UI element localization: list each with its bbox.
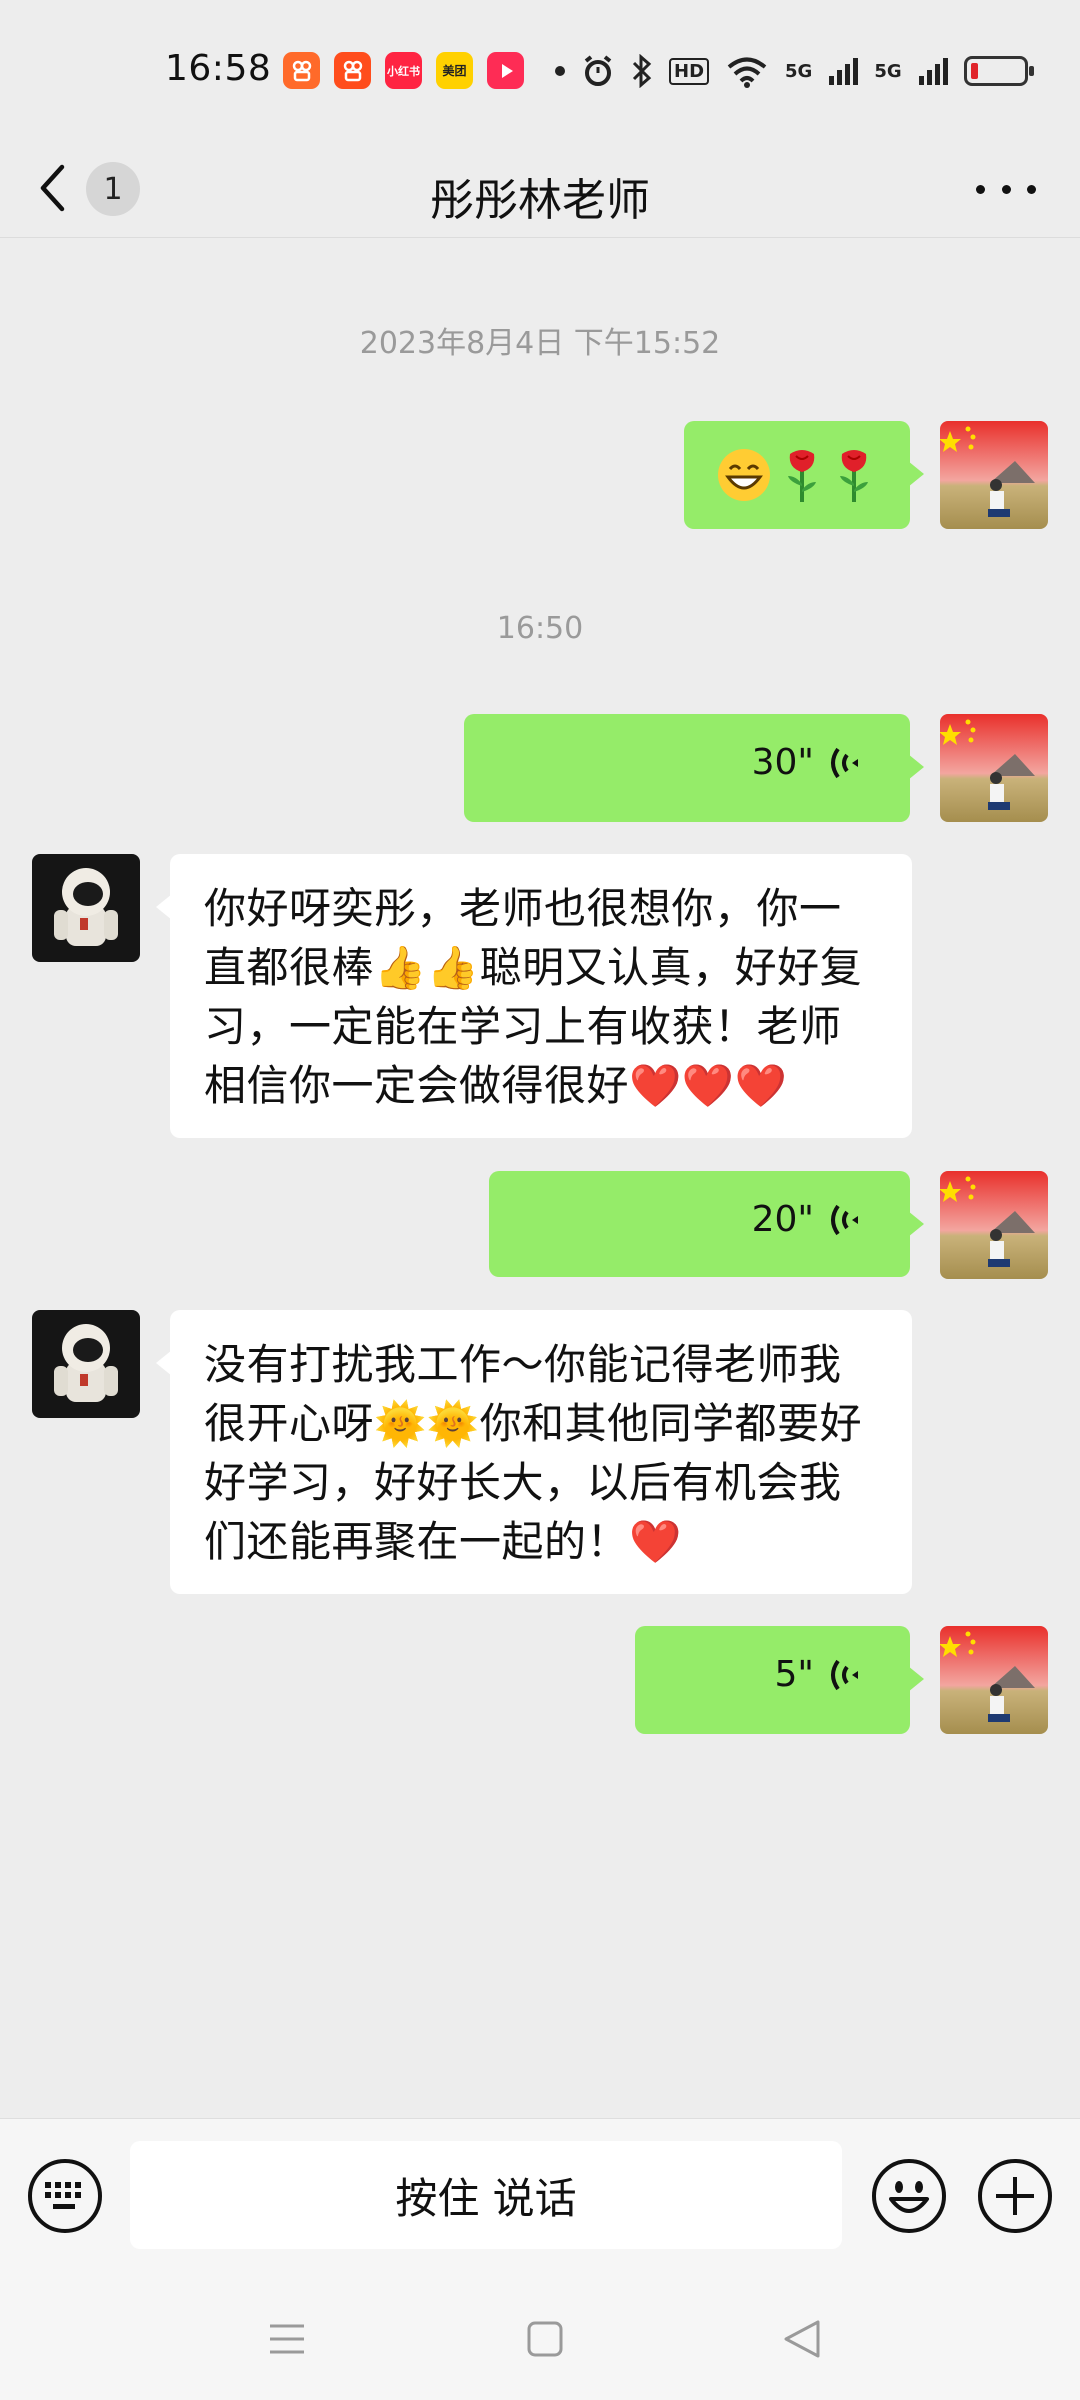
bluetooth-icon (632, 54, 652, 88)
my-avatar[interactable] (940, 714, 1048, 822)
hold-to-talk-button[interactable]: 按住 说话 (130, 2141, 842, 2249)
wifi-icon (727, 57, 767, 88)
voice-wave-icon (831, 1204, 858, 1235)
menu-nav-icon[interactable] (262, 2314, 312, 2364)
my-avatar[interactable] (940, 421, 1048, 529)
voice-message-content: 5" (775, 1654, 864, 1695)
more-functions-button[interactable] (978, 2159, 1052, 2233)
message-timestamp: 16:50 (496, 611, 584, 646)
network-type-label: 5G (785, 60, 813, 82)
outgoing-voice-message[interactable]: 5" (635, 1626, 924, 1734)
outgoing-voice-message[interactable]: 30" (464, 714, 924, 822)
alarm-icon (584, 55, 612, 86)
dot-icon (1001, 184, 1011, 194)
voice-duration: 30" (751, 742, 814, 783)
incoming-message-bubble[interactable]: 你好呀奕彤，老师也很想你，你一直都很棒👍👍聪明又认真，好好复习，一定能在学习上有… (156, 854, 912, 1138)
chat-input-bar: 按住 说话 (0, 2118, 1080, 2278)
dot-icon (1027, 184, 1036, 194)
keyboard-icon (45, 2182, 81, 2209)
xiaohongshu-app-icon: 小红书 (385, 52, 422, 89)
rose-emoji-icon (788, 450, 816, 502)
my-avatar[interactable] (940, 1626, 1048, 1734)
incoming-message-bubble[interactable]: 没有打扰我工作～你能记得老师我很开心呀🌞🌞你和其他同学都要好好学习，好好长大，以… (156, 1310, 912, 1594)
emoji-content (716, 445, 876, 505)
chat-title: 彤彤林老师 (430, 175, 650, 226)
outgoing-voice-message[interactable]: 20" (489, 1171, 924, 1277)
back-nav-icon[interactable] (778, 2314, 828, 2364)
hd-icon: HD (669, 57, 710, 85)
rose-emoji-icon (840, 450, 868, 502)
video-app-icon (487, 52, 524, 89)
dot-icon (976, 184, 985, 194)
voice-message-content: 30" (752, 742, 864, 783)
signal-icon (829, 58, 859, 85)
more-options-button[interactable] (976, 166, 1036, 212)
message-text: 你好呀奕彤，老师也很想你，你一直都很棒👍👍聪明又认真，好好复习，一定能在学习上有… (204, 884, 863, 1110)
message-timestamp: 2023年8月4日 下午15:52 (359, 326, 721, 361)
network-type-label-2: 5G (874, 60, 902, 82)
contact-avatar[interactable] (32, 854, 140, 962)
message-text: 没有打扰我工作～你能记得老师我很开心呀🌞🌞你和其他同学都要好好学习，好好长大，以… (204, 1340, 863, 1566)
system-navigation-bar (0, 2278, 1080, 2400)
meituan-app-icon: 美团 (436, 52, 473, 89)
kuaishou-app-icon (283, 52, 320, 89)
status-time: 16:58 (165, 48, 272, 89)
voice-duration: 20" (751, 1199, 814, 1240)
voice-wave-icon (831, 1659, 858, 1690)
emoji-button[interactable] (872, 2159, 946, 2233)
signal-icon-2 (918, 58, 948, 85)
home-nav-icon[interactable] (520, 2314, 570, 2364)
chat-header: 1 彤彤林老师 (0, 140, 1080, 238)
contact-avatar[interactable] (32, 1310, 140, 1418)
voice-duration: 5" (774, 1654, 814, 1695)
voice-message-content: 20" (752, 1199, 864, 1240)
kuaishou-speed-app-icon (334, 52, 371, 89)
grinning-face-emoji-icon (718, 449, 770, 501)
plus-icon (996, 2177, 1034, 2215)
keyboard-toggle-button[interactable] (28, 2159, 102, 2233)
status-bar: 16:58 小红书 美团 HD 5G 5G (0, 0, 1080, 140)
smiley-icon (889, 2181, 929, 2213)
notification-app-icons: 小红书 美团 (283, 52, 524, 89)
dot-icon (555, 66, 565, 76)
status-indicators: HD 5G 5G (555, 50, 1034, 92)
my-avatar[interactable] (940, 1171, 1048, 1279)
outgoing-message-bubble[interactable] (684, 421, 924, 529)
voice-wave-icon (831, 747, 858, 778)
battery-icon (963, 56, 1034, 86)
